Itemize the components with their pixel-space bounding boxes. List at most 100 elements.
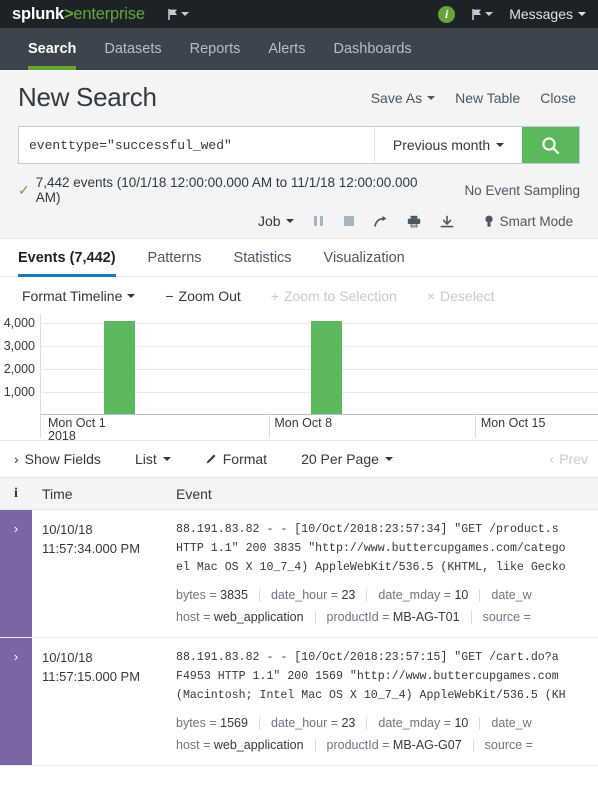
event-field-list: bytes = 1569 date_hour = 23 date_mday = … <box>176 712 598 756</box>
chevron-left-icon: ‹ <box>549 451 555 467</box>
job-tools: Job <box>258 213 454 229</box>
nav-item-datasets[interactable]: Datasets <box>90 28 175 70</box>
pause-button[interactable] <box>313 215 324 227</box>
show-fields-button[interactable]: › Show Fields <box>14 451 101 467</box>
zoom-out-label: Zoom Out <box>178 288 241 304</box>
event-field-list: bytes = 3835 date_hour = 23 date_mday = … <box>176 584 598 628</box>
event-field[interactable]: productId = MB-AG-T01 <box>327 606 460 628</box>
zoom-out-button[interactable]: − Zoom Out <box>165 288 240 304</box>
tab-label: Patterns <box>147 249 202 266</box>
events-timeline-chart[interactable]: 4,000 3,000 2,000 1,000 Mon Oct 1 2018 M… <box>0 315 598 442</box>
row-expander-button[interactable]: › <box>0 638 32 765</box>
nav-label: Dashboards <box>333 41 412 57</box>
info-circle-icon[interactable]: i <box>438 5 456 23</box>
event-timestamp: 10/10/18 11:57:34.000 PM <box>32 510 170 637</box>
nav-item-alerts[interactable]: Alerts <box>254 28 319 70</box>
top-bar: splunk > enterprise i Messages <box>0 0 598 28</box>
event-field[interactable]: date_mday = 10 <box>378 584 468 606</box>
event-raw-line[interactable]: (Macintosh; Intel Mac OS X 10_7_4) Apple… <box>176 686 598 705</box>
event-raw-line[interactable]: el Mac OS X 10_7_4) AppleWebKit/536.5 (K… <box>176 558 598 577</box>
show-fields-label: Show Fields <box>24 451 101 467</box>
new-table-label: New Table <box>455 89 521 106</box>
event-field-value: 10 <box>454 716 469 730</box>
x-tick-line1: Mon Oct 1 <box>48 416 106 430</box>
splunk-logo[interactable]: splunk > enterprise <box>12 5 145 24</box>
new-table-button[interactable]: New Table <box>455 90 520 106</box>
time-range-picker[interactable]: Previous month <box>374 127 522 163</box>
event-field-row: bytes = 1569 date_hour = 23 date_mday = … <box>176 712 598 734</box>
plus-icon: + <box>270 288 279 304</box>
zoom-to-selection-button[interactable]: + Zoom to Selection <box>271 288 397 304</box>
messages-dropdown[interactable]: Messages <box>509 6 586 22</box>
event-field[interactable]: source = <box>483 606 531 628</box>
event-field[interactable]: date_mday = 10 <box>378 712 468 734</box>
export-button[interactable] <box>440 215 454 228</box>
x-tick-label: Mon Oct 15 <box>481 417 546 430</box>
event-field[interactable]: date_hour = 23 <box>271 712 355 734</box>
nav-item-reports[interactable]: Reports <box>176 28 255 70</box>
tab-statistics[interactable]: Statistics <box>218 239 308 276</box>
nav-item-dashboards[interactable]: Dashboards <box>319 28 425 70</box>
field-separator <box>479 716 481 730</box>
event-field[interactable]: date_w <box>491 584 531 606</box>
event-field[interactable]: host = web_application <box>176 734 304 756</box>
nav-label: Datasets <box>104 41 162 57</box>
search-mode-dropdown[interactable]: Smart Mode <box>484 213 574 229</box>
save-as-dropdown[interactable]: Save As <box>370 89 436 106</box>
column-header-event[interactable]: Event <box>170 486 212 502</box>
event-raw-line[interactable]: 88.191.83.82 - - [10/Oct/2018:23:57:15] … <box>176 648 598 667</box>
tab-label: Statistics <box>233 249 292 266</box>
event-sampling-dropdown[interactable]: No Event Sampling <box>464 183 580 198</box>
prev-page-button[interactable]: ‹ Prev <box>550 451 588 467</box>
event-field[interactable]: source = <box>485 734 533 756</box>
event-field[interactable]: host = web_application <box>176 606 304 628</box>
x-tick-separator <box>475 414 477 438</box>
nav-item-search[interactable]: Search <box>14 28 90 70</box>
event-field[interactable]: productId = MB-AG-G07 <box>327 734 462 756</box>
close-button[interactable]: Close <box>540 90 576 106</box>
list-view-dropdown[interactable]: List <box>135 451 171 467</box>
lightbulb-icon <box>484 215 494 228</box>
per-page-dropdown[interactable]: 20 Per Page <box>301 451 393 467</box>
tab-visualization[interactable]: Visualization <box>308 239 421 276</box>
chevron-down-icon <box>162 457 171 461</box>
event-field[interactable]: date_w <box>491 712 531 734</box>
stop-button[interactable] <box>343 215 355 227</box>
column-header-time[interactable]: Time <box>32 486 170 502</box>
print-button[interactable] <box>407 215 421 228</box>
timeline-bar[interactable] <box>104 321 136 414</box>
format-timeline-label: Format Timeline <box>22 288 123 304</box>
event-raw-line[interactable]: F4953 HTTP 1.1" 200 1569 "http://www.but… <box>176 667 598 686</box>
tab-patterns[interactable]: Patterns <box>132 239 218 276</box>
nav-label: Alerts <box>268 41 306 57</box>
event-field[interactable]: bytes = 3835 <box>176 584 248 606</box>
download-icon <box>440 215 454 228</box>
close-label: Close <box>540 89 576 106</box>
zoom-to-selection-label: Zoom to Selection <box>283 288 397 304</box>
search-input[interactable] <box>19 127 374 163</box>
deselect-label: Deselect <box>440 288 495 304</box>
search-submit-button[interactable] <box>522 127 579 163</box>
timeline-bar[interactable] <box>310 321 342 414</box>
search-mode-label: Smart Mode <box>499 213 574 229</box>
event-field[interactable]: bytes = 1569 <box>176 712 248 734</box>
tab-label: Events (7,442) <box>18 249 116 266</box>
share-button[interactable] <box>373 215 388 228</box>
row-expander-button[interactable]: › <box>0 510 32 637</box>
job-toolbar: Job Smart Mode <box>18 213 580 238</box>
flag-dropdown[interactable] <box>167 8 189 21</box>
field-separator <box>258 716 260 730</box>
event-raw-line[interactable]: HTTP 1.1" 200 3835 "http://www.buttercup… <box>176 539 598 558</box>
tab-events[interactable]: Events (7,442) <box>14 239 132 277</box>
chevron-right-icon: › <box>13 649 19 664</box>
event-raw-line[interactable]: 88.191.83.82 - - [10/Oct/2018:23:57:34] … <box>176 520 598 539</box>
job-dropdown[interactable]: Job <box>258 213 294 229</box>
search-header-actions: Save As New Table Close <box>371 90 580 106</box>
event-field[interactable]: date_hour = 23 <box>271 584 355 606</box>
deselect-button[interactable]: × Deselect <box>427 288 495 304</box>
save-as-label: Save As <box>370 89 423 106</box>
search-status-row: ✓ 7,442 events (10/1/18 12:00:00.000 AM … <box>18 164 580 213</box>
format-button[interactable]: Format <box>205 451 267 467</box>
activity-flag-dropdown[interactable] <box>471 8 494 21</box>
format-timeline-dropdown[interactable]: Format Timeline <box>22 288 136 304</box>
